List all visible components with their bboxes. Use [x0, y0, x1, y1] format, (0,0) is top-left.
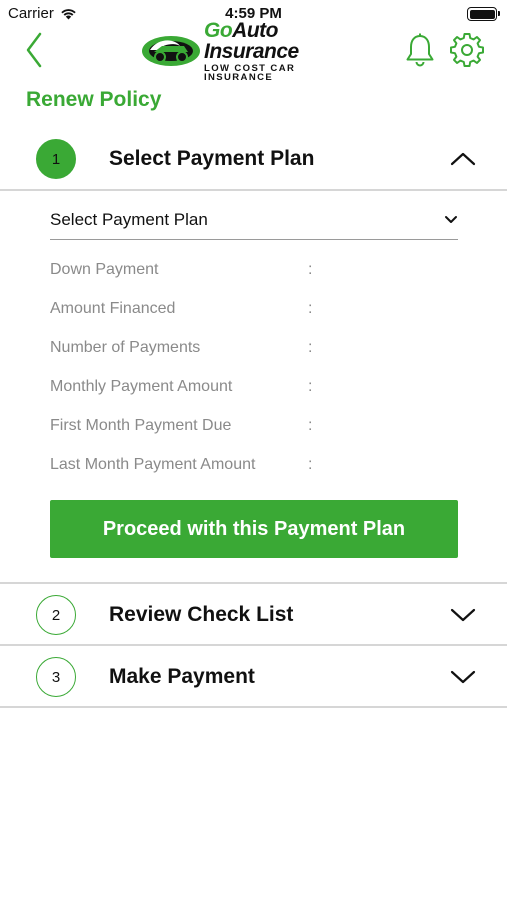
chevron-down-icon: [450, 670, 476, 684]
detail-label: Down Payment: [50, 261, 159, 278]
detail-separator: :: [308, 339, 313, 356]
bell-icon: [406, 33, 434, 67]
nav-bar: GoAuto Insurance LOW COST CAR INSURANCE: [0, 20, 507, 82]
detail-label: Number of Payments: [50, 339, 201, 356]
detail-row-monthly-payment-amount: Monthly Payment Amount :: [50, 375, 458, 399]
proceed-payment-plan-button[interactable]: Proceed with this Payment Plan: [50, 500, 458, 558]
wifi-icon: [61, 8, 76, 19]
detail-separator: :: [308, 378, 313, 395]
step-1-title: Select Payment Plan: [109, 147, 315, 170]
step-2-title: Review Check List: [109, 603, 294, 626]
step-1-header[interactable]: 1 Select Payment Plan: [0, 128, 507, 190]
chevron-down-icon: [450, 608, 476, 622]
back-chevron-icon: [26, 32, 42, 68]
app-logo: GoAuto Insurance LOW COST CAR INSURANCE: [140, 20, 368, 82]
back-button[interactable]: [22, 30, 50, 70]
step-2-number-badge: 2: [36, 595, 76, 635]
logo-tagline: LOW COST CAR INSURANCE: [204, 62, 296, 83]
settings-button[interactable]: [450, 33, 484, 67]
detail-label: Last Month Payment Amount: [50, 456, 256, 473]
detail-row-first-month-payment-due: First Month Payment Due :: [50, 414, 458, 438]
step-3-title: Make Payment: [109, 665, 255, 688]
detail-row-amount-financed: Amount Financed :: [50, 297, 458, 321]
detail-label: First Month Payment Due: [50, 417, 232, 434]
detail-row-last-month-payment-amount: Last Month Payment Amount :: [50, 453, 458, 477]
detail-row-number-of-payments: Number of Payments :: [50, 336, 458, 360]
detail-separator: :: [308, 300, 313, 317]
payment-plan-select[interactable]: Select Payment Plan: [50, 200, 458, 240]
battery-icon: [467, 7, 500, 21]
detail-separator: :: [308, 456, 313, 473]
detail-separator: :: [308, 261, 313, 278]
notifications-button[interactable]: [404, 32, 436, 68]
detail-label: Monthly Payment Amount: [50, 378, 233, 395]
chevron-up-icon: [450, 152, 476, 166]
chevron-down-icon: [445, 216, 457, 223]
logo-title: GoAuto Insurance: [204, 20, 368, 62]
logo-icon: [140, 30, 202, 72]
page-title: Renew Policy: [26, 88, 162, 111]
detail-label: Amount Financed: [50, 300, 176, 317]
divider: [0, 189, 507, 191]
detail-row-down-payment: Down Payment :: [50, 258, 458, 282]
carrier-label: Carrier: [8, 5, 54, 22]
divider: [0, 706, 507, 708]
payment-plan-select-label: Select Payment Plan: [50, 209, 208, 229]
carrier-indicator: Carrier: [8, 5, 77, 22]
step-2-header[interactable]: 2 Review Check List: [0, 584, 507, 646]
logo-go: Go: [204, 18, 233, 42]
detail-separator: :: [308, 417, 313, 434]
step-3-number-badge: 3: [36, 657, 76, 697]
step-1-number-badge: 1: [36, 139, 76, 179]
gear-icon: [450, 33, 484, 67]
step-3-header[interactable]: 3 Make Payment: [0, 646, 507, 708]
